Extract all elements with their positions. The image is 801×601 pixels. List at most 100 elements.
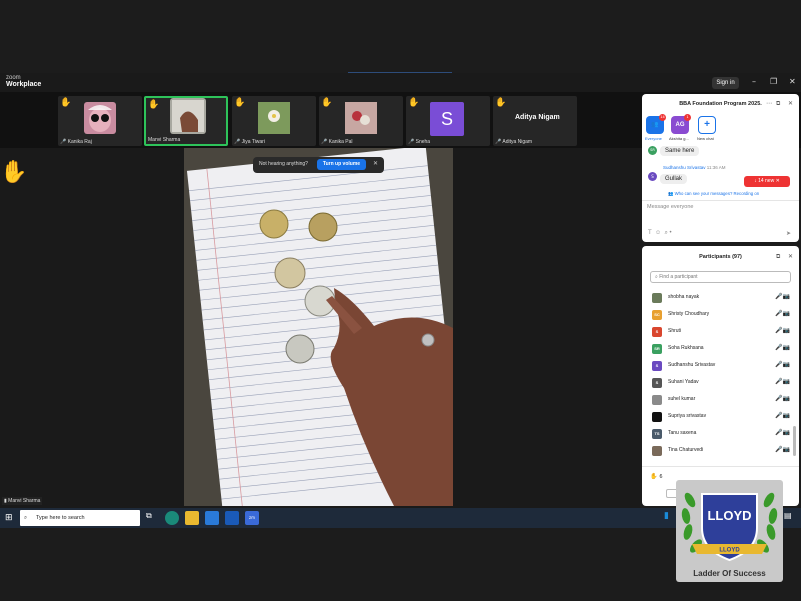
- participant-name: Kanika Raj: [67, 139, 92, 145]
- divider: [642, 466, 799, 467]
- mic-muted-icon: 🎤: [408, 139, 415, 145]
- turn-up-volume-button[interactable]: Turn up volume: [317, 159, 366, 170]
- search-icon: ⌕: [655, 274, 658, 280]
- participant-avatar: S: [652, 327, 662, 337]
- search-icon[interactable]: ⌕: [665, 230, 668, 236]
- close-icon[interactable]: ✕: [788, 253, 793, 260]
- participant-row[interactable]: Supriya srivastav 🎤📷: [652, 411, 792, 423]
- participant-name: Supriya srivastav: [668, 413, 707, 419]
- participant-row[interactable]: TS Tanu saxena 🎤📷: [652, 428, 792, 440]
- participant-name: Soha Rukhsana: [668, 345, 704, 351]
- participant-avatar: [652, 412, 662, 422]
- sign-in-button[interactable]: Sign in: [712, 77, 739, 89]
- scrollbar[interactable]: [793, 426, 796, 456]
- participant-name: shobha nayak: [668, 294, 700, 300]
- participant-tile[interactable]: ✋ Aditya Nigam 🎤 Aditya Nigam: [493, 96, 577, 146]
- participant-tile-active[interactable]: ✋ Manvi Sharma: [144, 96, 228, 146]
- notifications-icon[interactable]: ▤: [784, 511, 798, 525]
- video-off-icon: 📷: [782, 361, 790, 368]
- app-logo-line2: Workplace: [6, 81, 42, 88]
- participant-row[interactable]: S Sudhanshu Srivastav 🎤📷: [652, 360, 792, 372]
- raised-hand-icon: ✋: [495, 98, 507, 108]
- restore-icon[interactable]: ❐: [770, 77, 777, 86]
- close-icon[interactable]: ✕: [789, 77, 796, 86]
- mic-muted-icon: 🎤: [234, 139, 241, 145]
- toast-message: Not hearing anything?: [259, 161, 308, 167]
- lloyd-ribbon-text: LLOYD: [719, 548, 740, 554]
- task-view-icon[interactable]: ⧉: [146, 511, 160, 525]
- windows-start-icon[interactable]: ⊞: [5, 513, 13, 523]
- participant-name: suhel kumar: [668, 396, 696, 402]
- raised-hand-icon: ✋: [408, 98, 420, 108]
- participant-row[interactable]: suhel kumar 🎤📷: [652, 394, 792, 406]
- participant-row[interactable]: SC Shristy Choudhary 🎤📷: [652, 309, 792, 321]
- raised-hand-icon: ✋: [321, 98, 333, 108]
- popout-icon[interactable]: ⧉: [776, 100, 780, 108]
- participant-avatar: S: [652, 361, 662, 371]
- participant-avatar: TS: [652, 429, 662, 439]
- participant-row[interactable]: S Shruti 🎤📷: [652, 326, 792, 338]
- mic-muted-icon: 🎤: [775, 412, 783, 419]
- more-icon[interactable]: •: [670, 230, 672, 236]
- new-messages-button: 14 new: [758, 178, 775, 184]
- participant-avatar: SR: [652, 344, 662, 354]
- participant-row[interactable]: Tina Chaturvedi 🎤📷: [652, 445, 792, 457]
- participant-video: [258, 102, 290, 134]
- new-chat-button[interactable]: +: [698, 116, 716, 134]
- dismiss-icon[interactable]: ✕: [776, 178, 780, 184]
- participant-display-name: Aditya Nigam: [515, 114, 560, 121]
- chat-time: 11:36 AM: [706, 165, 726, 170]
- format-icon[interactable]: T: [648, 230, 652, 236]
- sender-avatar: SR: [648, 146, 657, 155]
- participant-tile[interactable]: ✋ 🎤 Kanika Raj: [58, 96, 142, 146]
- mic-muted-icon: 🎤: [775, 344, 783, 351]
- recording-notice: Who can see your messages? Recording on: [674, 191, 760, 196]
- chat-panel: BBA Foundation Program 2025. ⋯ ⧉ ✕ 👥 14 …: [642, 94, 799, 242]
- participant-tile[interactable]: ✋ 🎤 Jiya Tiwari: [232, 96, 316, 146]
- popout-icon[interactable]: ⧉: [776, 253, 780, 261]
- emoji-icon[interactable]: ☺: [655, 230, 661, 236]
- mic-muted-icon: 🎤: [775, 361, 783, 368]
- video-off-icon: 📷: [782, 310, 790, 317]
- participant-name: Tina Chaturvedi: [668, 447, 704, 453]
- divider: [642, 200, 799, 201]
- video-off-icon: 📷: [782, 429, 790, 436]
- participant-name: Manvi Sharma: [148, 137, 181, 143]
- taskbar-search-input[interactable]: Type here to search: [36, 515, 85, 521]
- file-explorer-icon[interactable]: [185, 511, 199, 525]
- participant-name: Kanika Pal: [328, 139, 353, 145]
- participant-name: Shristy Choudhary: [668, 311, 710, 317]
- participant-row[interactable]: shobha nayak 🎤📷: [652, 292, 792, 304]
- shared-video[interactable]: [184, 148, 453, 506]
- mic-muted-icon: 🎤: [775, 395, 783, 402]
- store-icon[interactable]: [205, 511, 219, 525]
- participant-search-input[interactable]: Find a participant: [659, 274, 697, 280]
- toast-close-icon[interactable]: ✕: [373, 160, 378, 167]
- video-off-icon: 📷: [782, 395, 790, 402]
- outlook-icon[interactable]: [225, 511, 239, 525]
- people-icon: 👥: [668, 191, 674, 196]
- mic-muted-icon: 🎤: [321, 139, 328, 145]
- participant-row[interactable]: S Suhani Yadav 🎤📷: [652, 377, 792, 389]
- close-icon[interactable]: ✕: [788, 100, 793, 107]
- video-off-icon: 📷: [782, 446, 790, 453]
- lloyd-logo: LLOYD LLOYD: [681, 492, 778, 562]
- raised-hand-icon: ✋: [148, 100, 160, 110]
- more-icon[interactable]: ⋯: [766, 100, 772, 107]
- participant-tile[interactable]: ✋ S 🎤 Sneha: [406, 96, 490, 146]
- zoom-app-icon[interactable]: zm: [245, 511, 259, 525]
- edge-browser-icon[interactable]: [165, 511, 179, 525]
- chat-input[interactable]: Message everyone: [647, 204, 693, 210]
- participant-row[interactable]: SR Soha Rukhsana 🎤📷: [652, 343, 792, 355]
- participant-name: Tanu saxena: [668, 430, 697, 436]
- top-letterbox: [0, 0, 801, 73]
- participant-tile[interactable]: ✋ 🎤 Kanika Pal: [319, 96, 403, 146]
- mic-muted-icon: 🎤: [495, 139, 502, 145]
- participant-video: [345, 102, 377, 134]
- participant-avatar: [652, 395, 662, 405]
- send-icon[interactable]: ➤: [786, 230, 791, 237]
- mic-muted-icon: 🎤: [775, 293, 783, 300]
- video-off-icon: 📷: [782, 293, 790, 300]
- raised-hand-icon: ✋: [234, 98, 246, 108]
- minimize-icon[interactable]: –: [752, 77, 756, 86]
